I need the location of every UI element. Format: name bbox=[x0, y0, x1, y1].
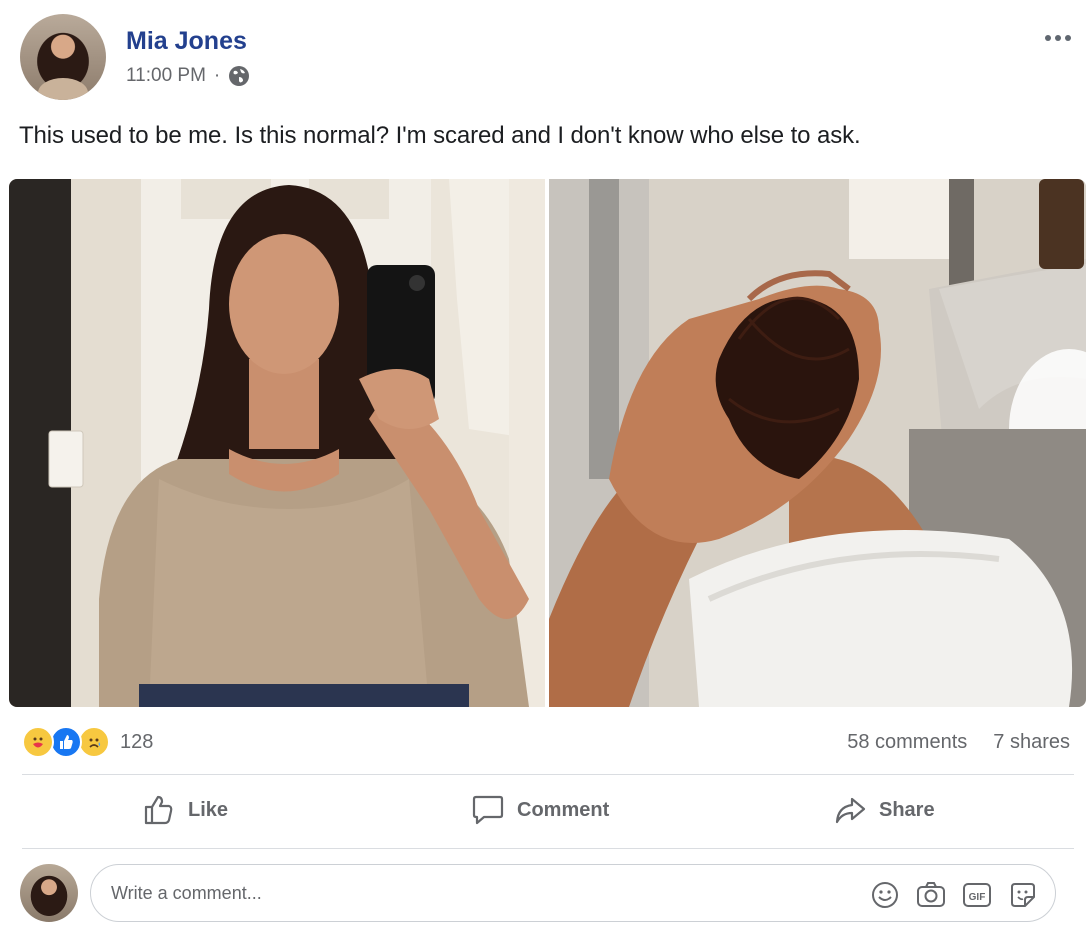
engagement-stats: 58 comments 7 shares bbox=[847, 731, 1070, 754]
like-thumb-icon bbox=[142, 793, 176, 827]
comment-placeholder: Write a comment... bbox=[111, 883, 262, 903]
post-time[interactable]: 11:00 PM bbox=[126, 65, 206, 87]
gif-icon[interactable]: GIF bbox=[961, 879, 993, 911]
meta-separator: · bbox=[213, 65, 221, 86]
post-text: This used to be me. Is this normal? I'm … bbox=[19, 122, 861, 149]
composer-tools: GIF bbox=[869, 879, 1039, 911]
gif-label: GIF bbox=[969, 892, 986, 903]
author-avatar[interactable] bbox=[20, 14, 106, 100]
globe-icon[interactable] bbox=[228, 65, 250, 87]
sticker-icon[interactable] bbox=[1007, 879, 1039, 911]
share-label: Share bbox=[879, 798, 935, 821]
like-label: Like bbox=[188, 798, 229, 821]
author-name[interactable]: Mia Jones bbox=[126, 27, 247, 56]
like-icon bbox=[50, 726, 82, 758]
share-arrow-icon bbox=[833, 793, 867, 827]
comments-count[interactable]: 58 comments bbox=[847, 731, 967, 754]
comment-bubble-icon bbox=[471, 793, 505, 827]
like-button[interactable]: Like bbox=[142, 790, 228, 830]
share-button[interactable]: Share bbox=[833, 790, 935, 830]
sad-icon bbox=[78, 726, 110, 758]
emoji-icon[interactable] bbox=[869, 879, 901, 911]
more-options-icon[interactable] bbox=[1042, 26, 1074, 50]
divider bbox=[22, 774, 1074, 775]
comment-input[interactable]: Write a comment... GIF bbox=[90, 864, 1056, 922]
care-icon bbox=[22, 726, 54, 758]
reaction-count: 128 bbox=[120, 730, 154, 753]
comment-button[interactable]: Comment bbox=[471, 790, 609, 830]
feed-post: Mia Jones 11:00 PM · This used to be me.… bbox=[0, 0, 1092, 942]
reaction-summary[interactable]: 128 bbox=[22, 725, 153, 759]
divider bbox=[22, 848, 1074, 849]
post-meta: 11:00 PM · bbox=[126, 65, 250, 87]
camera-icon[interactable] bbox=[915, 879, 947, 911]
comment-label: Comment bbox=[517, 798, 610, 821]
shares-count[interactable]: 7 shares bbox=[993, 731, 1070, 754]
post-photo-selfie[interactable] bbox=[9, 179, 545, 707]
current-user-avatar[interactable] bbox=[20, 864, 78, 922]
post-photo-hand-hair[interactable] bbox=[549, 179, 1086, 707]
